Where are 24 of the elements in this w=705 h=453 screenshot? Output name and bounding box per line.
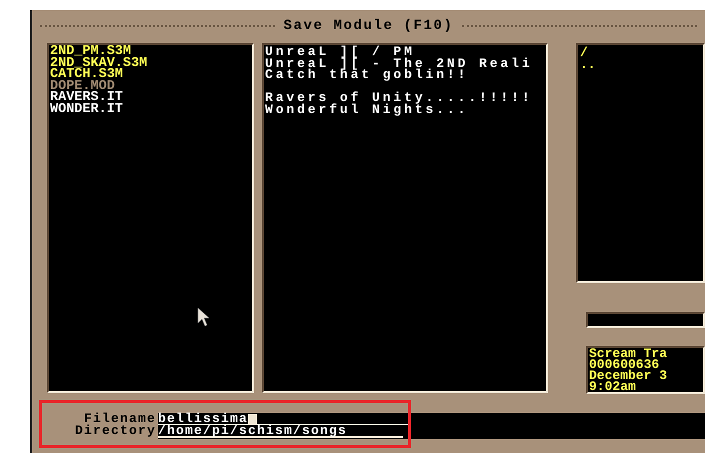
filename-label: Filename: [84, 413, 156, 425]
directory-entry[interactable]: /: [580, 47, 588, 59]
file-name[interactable]: 2ND_SKAV.S3M: [50, 58, 148, 69]
filename-field[interactable]: bellissima: [158, 413, 408, 425]
dialog-title: Save Module (F10): [283, 16, 454, 36]
directory-field[interactable]: /home/pi/schism/songs: [158, 425, 403, 438]
file-name[interactable]: RAVERS.IT: [50, 92, 123, 104]
song-title: UnreaL ][ / PM: [265, 46, 415, 58]
info-line: Scream Tra: [589, 348, 668, 359]
song-title: Catch that goblin!!: [265, 69, 468, 80]
song-title: Ravers of Unity.....!!!!!: [265, 92, 533, 104]
file-name[interactable]: CATCH.S3M: [50, 69, 123, 80]
file-name[interactable]: 2ND_PM.S3M: [50, 46, 132, 58]
info-line: 9:02am: [589, 381, 636, 392]
song-title: UnreaL ][ - The 2ND Reali: [265, 58, 533, 69]
info-line: 000600636: [589, 359, 660, 370]
directory-entry[interactable]: ..: [580, 59, 596, 71]
file-name[interactable]: DOPE.MOD: [50, 80, 115, 92]
pointer-icon: [197, 307, 210, 327]
text-cursor: [248, 414, 258, 424]
info-line: December 3: [589, 370, 668, 381]
directory-label: Directory: [74, 425, 156, 437]
file-name[interactable]: WONDER.IT: [50, 104, 123, 115]
song-title: Wonderful Nights...: [265, 104, 468, 115]
